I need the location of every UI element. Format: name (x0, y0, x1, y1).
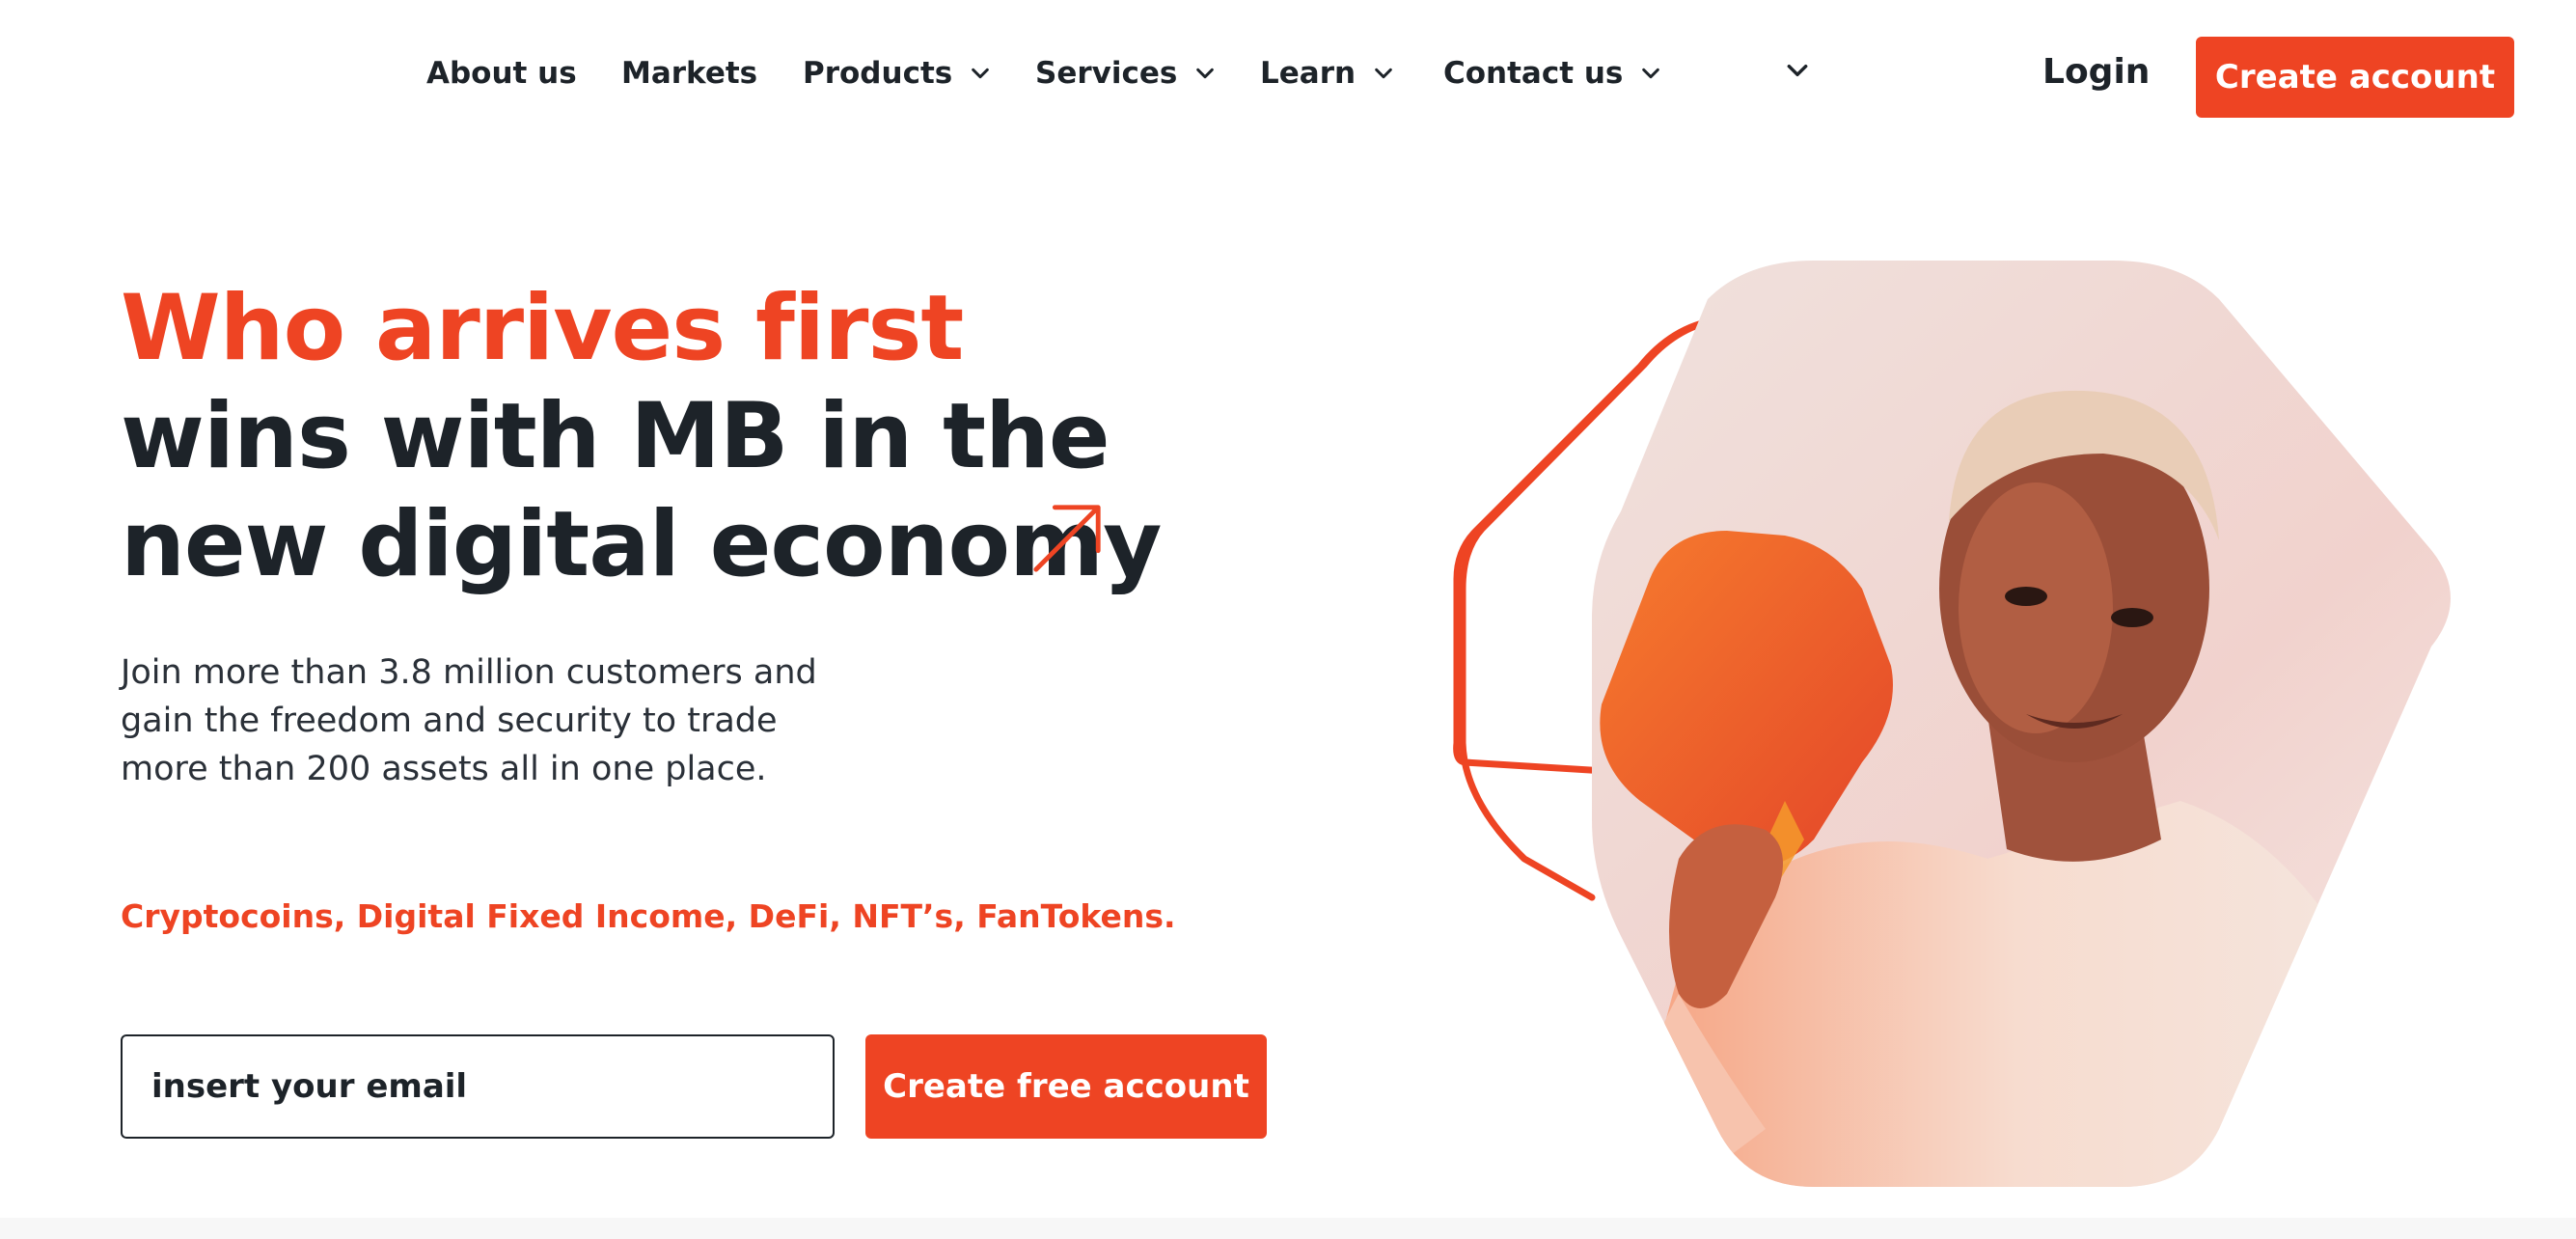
language-dropdown[interactable] (1785, 58, 1810, 83)
hero-headline: Who arrives first wins with MB in the ne… (121, 275, 1162, 599)
email-input[interactable] (121, 1034, 835, 1139)
hero-image (1447, 261, 2489, 1187)
chevron-down-icon (1640, 63, 1661, 84)
nav-contact-us-label: Contact us (1443, 56, 1624, 91)
nav-about-us-label: About us (426, 56, 577, 91)
nav-products-label: Products (803, 56, 953, 91)
login-link[interactable]: Login (2042, 52, 2150, 92)
create-free-account-button[interactable]: Create free account (865, 1034, 1267, 1139)
arrow-up-right-icon (1030, 500, 1106, 575)
nav-learn[interactable]: Learn (1260, 56, 1394, 91)
chevron-down-icon (1373, 63, 1394, 84)
nav-learn-label: Learn (1260, 56, 1357, 91)
chevron-down-icon (1194, 63, 1216, 84)
nav-services-label: Services (1035, 56, 1178, 91)
nav-about-us[interactable]: About us (426, 56, 577, 91)
headline-line-2: wins with MB in the (121, 384, 1110, 489)
nav-products[interactable]: Products (803, 56, 991, 91)
top-navigation: About us Markets Products Services Learn… (0, 0, 2576, 154)
nav-services[interactable]: Services (1035, 56, 1216, 91)
section-divider (0, 1218, 2576, 1239)
nav-contact-us[interactable]: Contact us (1443, 56, 1661, 91)
asset-tags: Cryptocoins, Digital Fixed Income, DeFi,… (121, 897, 1176, 935)
headline-line-3: new digital economy (121, 492, 1162, 597)
nav-markets-label: Markets (621, 56, 758, 91)
hero-subtext: Join more than 3.8 million customers and… (121, 653, 817, 788)
headline-highlight: Who arrives first (121, 276, 964, 381)
create-account-button[interactable]: Create account (2196, 37, 2514, 118)
chevron-down-icon (970, 63, 991, 84)
chevron-down-icon (1787, 64, 1808, 77)
nav-markets[interactable]: Markets (621, 56, 757, 91)
